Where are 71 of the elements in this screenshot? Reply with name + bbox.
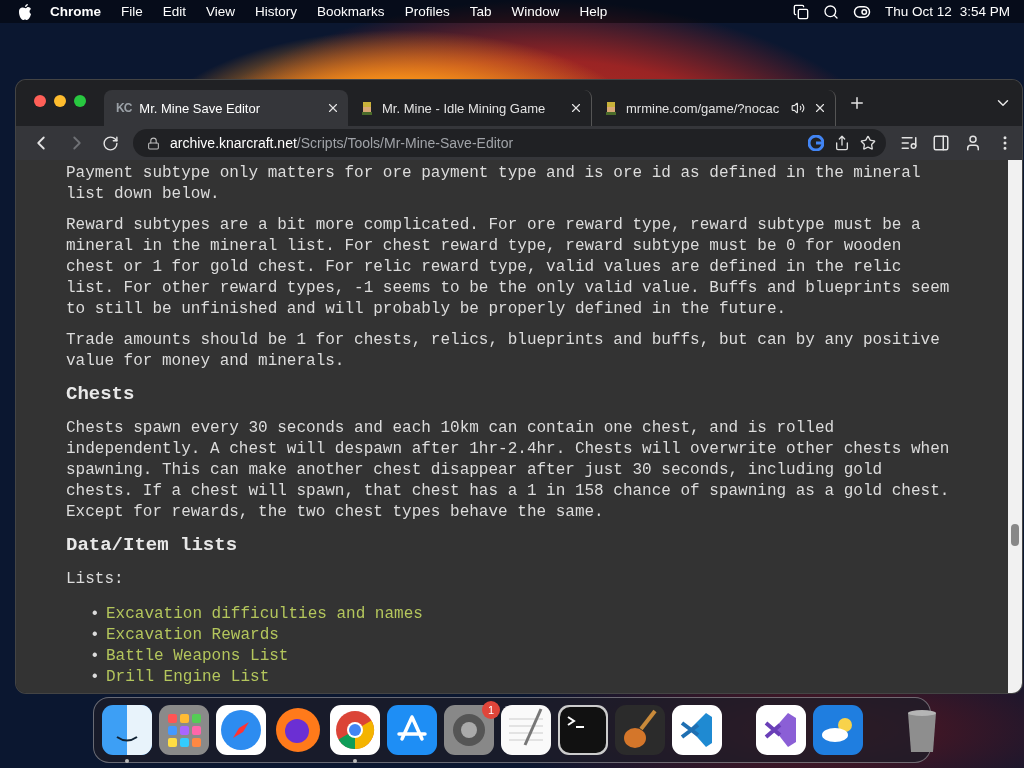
apple-icon[interactable] [18,3,32,20]
close-tab-icon[interactable] [813,101,827,115]
bullet: • [90,646,100,667]
visual-studio-icon[interactable] [756,705,806,755]
url-path: /Scripts/Tools/Mr-Mine-Save-Editor [296,135,514,151]
menu-item[interactable]: File [121,4,143,19]
reload-icon[interactable] [102,134,119,152]
menu-item[interactable]: View [206,4,236,19]
section-heading: Chests [66,382,136,406]
weather-icon[interactable] [813,705,863,755]
paragraph: Trade amounts should be 1 for chests, relics, blueprints and buffs, but can by any positive value for money and minerals. [66,330,941,372]
close-tab-icon[interactable] [326,101,340,115]
list-link[interactable]: Battle Weapons List [106,646,289,667]
menu-date[interactable]: Thu Oct 12 [884,4,952,19]
tab-title: Mr. Mine Save Editor [139,100,260,116]
app-store-icon[interactable] [387,705,437,755]
list-link[interactable]: Drill Engine List [106,667,270,688]
side-panel-icon[interactable] [932,134,950,152]
code-editor-icon[interactable] [672,705,722,755]
list-link[interactable]: Excavation Rewards [106,625,279,646]
bullet: • [90,625,100,646]
menu-item[interactable]: Edit [162,4,187,19]
notepad-icon[interactable] [501,705,551,755]
scroll-thumb[interactable] [1011,524,1019,546]
paragraph: Lists: [66,569,125,590]
paragraph: Reward subtypes are a bit more complicated. For ore reward type, reward subtype must be a mineral in the mineral list. For chest reward type, reward subtype must be 0 for wooden chest or 1 for gold chest. For relic reward type, valid values are defined in the relic list. For other reward types, -1 seems to be the only valid value. Buffs and blueprints seem to still be unfinished and will probably be properly defined in the future. [66,215,951,320]
menu-time[interactable]: 3:54 PM [959,4,1010,19]
notification-badge: 1 [482,701,500,719]
browser-tab[interactable]: KC Mr. Mine Save Editor [104,90,348,126]
gear-icon[interactable] [444,705,494,755]
url-host: archive.knarcraft.net [170,135,297,151]
paragraph: Payment subtype only matters for ore payment type and is ore id as defined in the mineral list down below. [66,163,922,205]
address-bar[interactable]: archive.knarcraft.net/Scripts/Tools/Mr-Mine-Save-Editor [133,129,886,157]
close-window-button[interactable] [34,95,46,107]
section-heading: Data/Item lists [66,533,239,557]
menu-item[interactable]: Profiles [404,4,450,19]
google-icon[interactable] [808,135,824,151]
zoom-window-button[interactable] [74,95,86,107]
paragraph: Chests spawn every 30 seconds and each 10km can contain one chest, and is rolled independently. A chest will despawn after 1hr-2.4hr. Chests will overwrite other chests when spawning. This can make another chest disappear after just 30 seconds, including gold chests. If a chest will spawn, that chest has a 1 in 158 chance of spawning as a gold chest. Except for rewards, the two chest types behave the same. [66,418,951,523]
menu-item[interactable]: History [255,4,298,19]
lock-icon [147,136,160,150]
site-logo: KC [116,101,132,115]
share-icon[interactable] [834,135,850,151]
search-icon[interactable] [822,3,839,20]
firefox-icon[interactable] [273,705,323,755]
profile-icon[interactable] [964,134,982,152]
speaker-icon[interactable] [791,101,805,115]
tab-title: mrmine.com/game/?nocac [626,100,780,116]
media-icon[interactable] [900,134,918,152]
list-link[interactable]: Excavation difficulties and names [106,604,423,625]
app-menu[interactable]: Chrome [50,4,101,19]
new-tab-icon[interactable] [848,94,866,112]
minimize-window-button[interactable] [54,95,66,107]
bullet: • [90,667,100,688]
menu-item[interactable]: Tab [469,4,492,19]
scrollbar[interactable] [1008,160,1022,693]
launchpad-icon[interactable] [159,705,209,755]
miner-icon [604,101,618,115]
compass-icon[interactable] [216,705,266,755]
terminal-icon[interactable] [558,705,608,755]
menu-item[interactable]: Window [511,4,560,19]
menu-item[interactable]: Bookmarks [317,4,385,19]
close-tab-icon[interactable] [569,101,583,115]
tab-title: Mr. Mine - Idle Mining Game [382,100,546,116]
finder-icon[interactable] [102,705,152,755]
chrome-icon[interactable] [330,705,380,755]
miner-icon [360,101,374,115]
star-icon[interactable] [860,135,876,151]
windows-icon[interactable] [792,3,809,20]
menu-item[interactable]: Help [579,4,608,19]
bullet: • [90,604,100,625]
